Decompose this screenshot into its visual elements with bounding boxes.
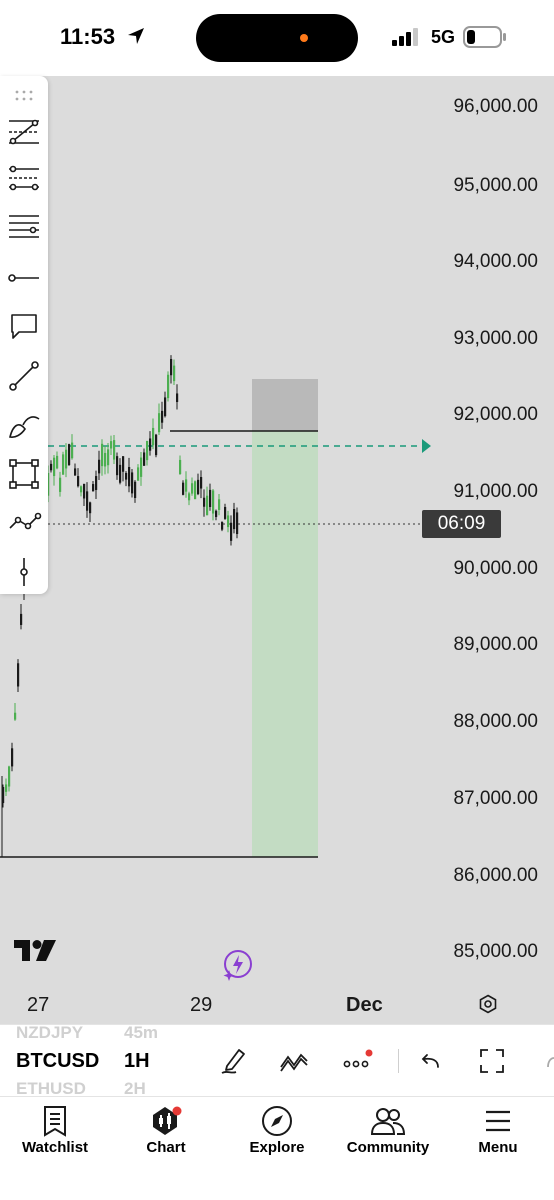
trend-line-icon[interactable] bbox=[6, 358, 42, 394]
time-axis-label: 29 bbox=[190, 994, 213, 1016]
fib-retracement-icon[interactable] bbox=[6, 114, 42, 150]
nav-watchlist[interactable]: Watchlist bbox=[0, 1097, 110, 1167]
community-icon bbox=[370, 1103, 406, 1139]
nav-label: Watchlist bbox=[21, 1139, 89, 1156]
time-axis-label: 27 bbox=[27, 994, 50, 1016]
price-label: 94,000.00 bbox=[453, 251, 538, 272]
price-label: 89,000.00 bbox=[453, 634, 538, 655]
nav-community[interactable]: Community bbox=[333, 1097, 443, 1167]
vertical-line-icon[interactable] bbox=[6, 554, 42, 590]
price-label: 95,000.00 bbox=[453, 175, 538, 196]
chart-settings-icon[interactable] bbox=[478, 994, 498, 1019]
price-label: 87,000.00 bbox=[453, 788, 538, 809]
battery-icon bbox=[463, 26, 506, 48]
brush-icon[interactable] bbox=[6, 408, 42, 444]
price-label: 92,000.00 bbox=[453, 404, 538, 425]
fib-extension-icon[interactable] bbox=[6, 162, 42, 198]
price-label: 91,000.00 bbox=[453, 481, 538, 502]
chart-area[interactable]: 96,000.00 95,000.00 94,000.00 93,000.00 … bbox=[0, 76, 554, 1024]
toolbar-divider bbox=[398, 1049, 399, 1073]
dynamic-island bbox=[196, 14, 358, 62]
symbol-bar: NZDJPY 45m BTCUSD 1H ETHUSD 2H bbox=[0, 1023, 554, 1098]
watchlist-icon bbox=[37, 1103, 73, 1139]
symbol-selector[interactable]: BTCUSD bbox=[16, 1050, 99, 1073]
network-type: 5G bbox=[431, 27, 456, 47]
price-label: 86,000.00 bbox=[453, 865, 538, 886]
nav-label: Community bbox=[346, 1139, 430, 1156]
undo-icon[interactable] bbox=[412, 1043, 448, 1079]
tradingview-logo bbox=[14, 940, 56, 961]
fullscreen-icon[interactable] bbox=[474, 1043, 510, 1079]
prev-interval[interactable]: 45m bbox=[124, 1023, 158, 1043]
price-label: 90,000.00 bbox=[453, 558, 538, 579]
prev-symbol[interactable]: NZDJPY bbox=[16, 1023, 83, 1043]
location-arrow-icon bbox=[128, 28, 144, 44]
nav-explore[interactable]: Explore bbox=[222, 1097, 332, 1167]
horizontal-ray-icon[interactable] bbox=[6, 260, 42, 296]
nav-menu[interactable]: Menu bbox=[443, 1097, 553, 1167]
alert-arrow[interactable] bbox=[422, 439, 431, 453]
drawing-pen-icon[interactable] bbox=[216, 1043, 252, 1079]
menu-icon bbox=[480, 1103, 516, 1139]
flash-icon[interactable] bbox=[220, 950, 254, 989]
interval-selector[interactable]: 1H bbox=[124, 1050, 150, 1073]
chart-icon bbox=[148, 1103, 184, 1139]
drag-handle-icon[interactable] bbox=[6, 78, 42, 114]
horizontal-lines-icon[interactable] bbox=[6, 210, 42, 246]
time-axis-label: Dec bbox=[346, 994, 383, 1016]
callout-icon[interactable] bbox=[6, 308, 42, 344]
status-bar: 11:53 5G bbox=[0, 0, 554, 76]
nav-label: Menu bbox=[478, 1139, 518, 1156]
rectangle-icon[interactable] bbox=[6, 456, 42, 492]
bar-countdown-badge: 06:09 bbox=[422, 510, 501, 538]
path-icon[interactable] bbox=[6, 504, 42, 540]
nav-chart[interactable]: Chart bbox=[111, 1097, 221, 1167]
nav-label: Chart bbox=[146, 1139, 186, 1156]
stop-zone[interactable] bbox=[252, 379, 318, 431]
drawing-toolbar bbox=[0, 76, 48, 594]
nav-label: Explore bbox=[249, 1139, 305, 1156]
signal-icon bbox=[392, 28, 418, 46]
target-zone[interactable] bbox=[252, 431, 318, 857]
recording-indicator bbox=[300, 34, 308, 42]
price-label: 88,000.00 bbox=[453, 711, 538, 732]
status-time: 11:53 bbox=[60, 24, 116, 49]
price-label: 85,000.00 bbox=[453, 941, 538, 962]
price-label: 96,000.00 bbox=[453, 96, 538, 117]
more-options-icon[interactable] bbox=[340, 1043, 376, 1079]
indicators-icon[interactable] bbox=[276, 1043, 312, 1079]
more-tools-icon[interactable] bbox=[536, 1043, 554, 1079]
compass-icon bbox=[259, 1103, 295, 1139]
bottom-navigation: Watchlist Chart Explore Community Menu bbox=[0, 1096, 554, 1200]
price-label: 93,000.00 bbox=[453, 328, 538, 349]
